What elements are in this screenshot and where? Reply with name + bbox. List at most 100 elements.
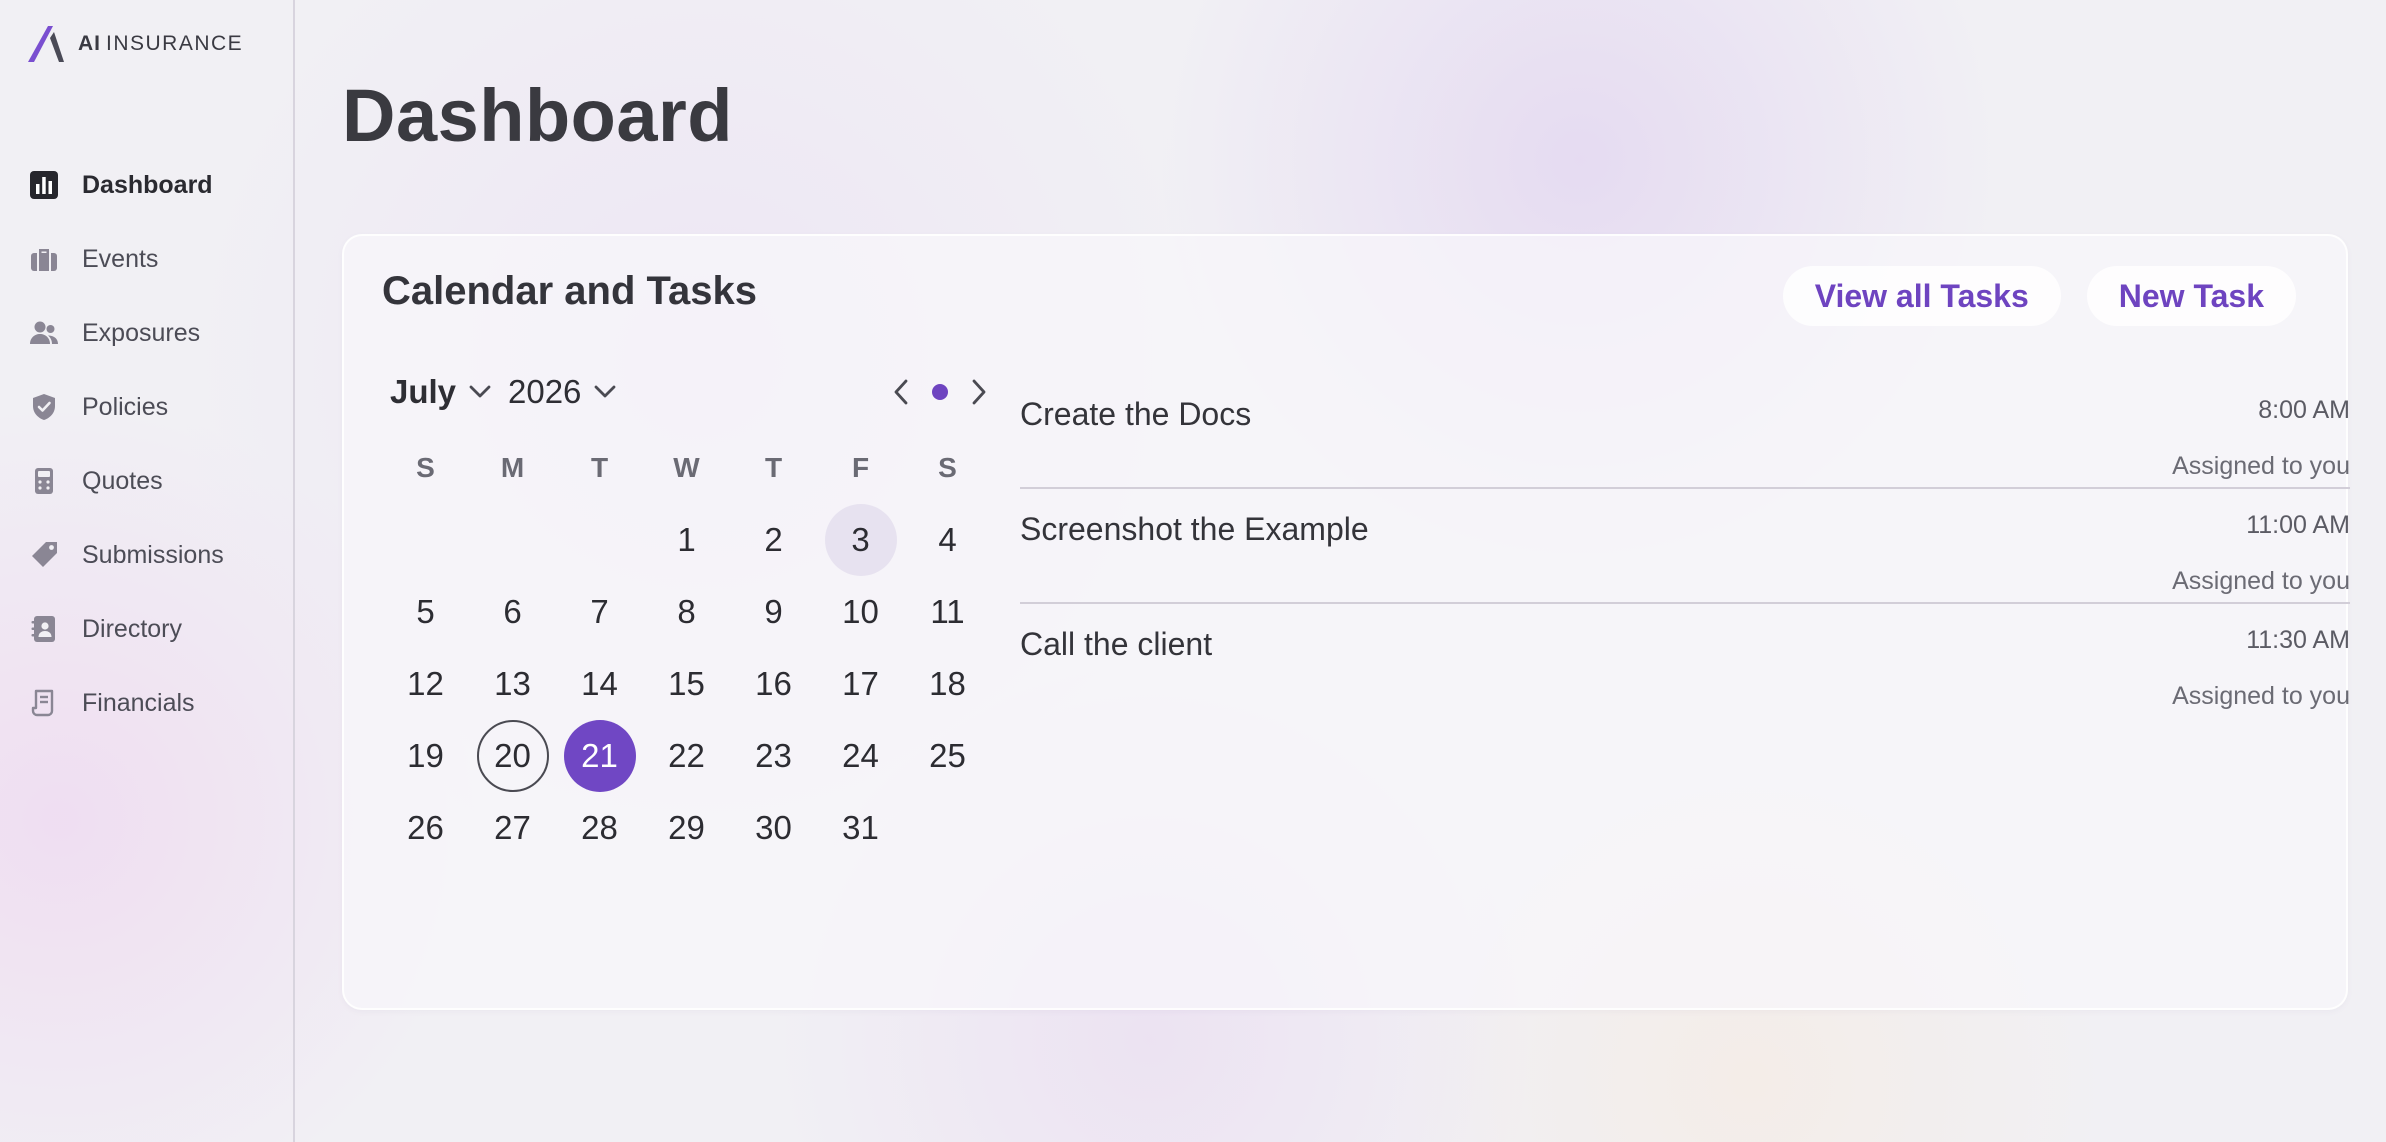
card-actions: View all Tasks New Task: [1782, 266, 2296, 326]
sidebar: AI INSURANCE Dashboard Events Exposures …: [0, 0, 295, 1142]
task-time: 11:00 AM: [2246, 511, 2350, 539]
tag-icon: [28, 539, 60, 571]
calendar-empty-cell: [564, 504, 636, 576]
card-title: Calendar and Tasks: [382, 269, 757, 313]
sidebar-item-label: Dashboard: [82, 170, 213, 199]
sidebar-item-label: Financials: [82, 688, 195, 717]
task-title: Call the client: [1020, 626, 1213, 662]
sidebar-item-directory[interactable]: Directory: [28, 592, 278, 666]
sidebar-item-exposures[interactable]: Exposures: [28, 296, 278, 370]
weekday-header: S: [416, 452, 435, 483]
calendar: July 2026 S M T W T F S 1 2 3 4 5 6 7 8 …: [382, 366, 992, 864]
sidebar-item-policies[interactable]: Policies: [28, 370, 278, 444]
app-root: AI INSURANCE Dashboard Events Exposures …: [0, 0, 2386, 1142]
weekday-header: F: [851, 452, 870, 483]
task-title: Screenshot the Example: [1020, 511, 1369, 547]
task-title: Create the Docs: [1020, 396, 1252, 432]
sidebar-item-submissions[interactable]: Submissions: [28, 518, 278, 592]
sidebar-item-events[interactable]: Events: [28, 222, 278, 296]
calendar-day[interactable]: 28: [564, 792, 636, 864]
contact-book-icon: [28, 613, 60, 645]
calendar-day[interactable]: 1: [651, 504, 723, 576]
calendar-day[interactable]: 24: [825, 720, 897, 792]
calendar-day[interactable]: 8: [651, 576, 723, 648]
brand-name-rest: INSURANCE: [106, 32, 244, 55]
calendar-day[interactable]: 6: [477, 576, 549, 648]
calendar-day[interactable]: 13: [477, 648, 549, 720]
task-list: Create the Docs 8:00 AM Assigned to you Scr…: [1020, 374, 2350, 719]
calendar-day[interactable]: 22: [651, 720, 723, 792]
month-label: July: [390, 373, 457, 410]
brand-name: AI INSURANCE: [78, 32, 243, 56]
sidebar-item-dashboard[interactable]: Dashboard: [28, 148, 278, 222]
calendar-day[interactable]: 25: [912, 720, 984, 792]
bar-chart-icon: [28, 169, 60, 201]
today-dot-button[interactable]: [932, 384, 948, 400]
sidebar-item-label: Exposures: [82, 318, 201, 347]
calendar-day[interactable]: 18: [912, 648, 984, 720]
calendar-day[interactable]: 11: [912, 576, 984, 648]
calendar-day[interactable]: 26: [390, 792, 462, 864]
task-time: 8:00 AM: [2258, 396, 2350, 424]
calendar-day[interactable]: 23: [738, 720, 810, 792]
calendar-day[interactable]: 16: [738, 648, 810, 720]
calculator-icon: [28, 465, 60, 497]
calendar-day[interactable]: 27: [477, 792, 549, 864]
chevron-left-icon: [894, 379, 908, 405]
receipt-icon: [28, 687, 60, 719]
task-time: 11:30 AM: [2246, 626, 2350, 654]
task-assignee: Assigned to you: [2172, 567, 2350, 595]
calendar-day[interactable]: 10: [825, 576, 897, 648]
view-all-tasks-button[interactable]: View all Tasks: [1782, 266, 2061, 326]
sidebar-item-label: Quotes: [82, 466, 163, 495]
year-label: 2026: [508, 373, 582, 410]
task-item[interactable]: Call the client 11:30 AM Assigned to you: [1020, 604, 2350, 719]
sidebar-item-label: Directory: [82, 614, 183, 643]
sidebar-item-financials[interactable]: Financials: [28, 666, 278, 740]
task-assignee: Assigned to you: [2172, 682, 2350, 710]
calendar-day[interactable]: 12: [390, 648, 462, 720]
shield-check-icon: [28, 391, 60, 423]
brand-logo-icon: [28, 26, 64, 62]
calendar-day[interactable]: 17: [825, 648, 897, 720]
weekday-header: M: [500, 452, 525, 483]
prev-month-button[interactable]: [888, 376, 916, 408]
chevron-down-icon: [469, 385, 491, 398]
calendar-header: July 2026: [382, 366, 992, 424]
sidebar-item-label: Events: [82, 244, 159, 273]
calendar-day[interactable]: 5: [390, 576, 462, 648]
calendar-day-selected[interactable]: 21: [563, 720, 636, 792]
calendar-day[interactable]: 15: [651, 648, 723, 720]
calendar-empty-cell: [477, 504, 549, 576]
calendar-day[interactable]: 9: [738, 576, 810, 648]
weekday-header: W: [673, 452, 700, 483]
calendar-day-highlighted[interactable]: 3: [824, 504, 897, 576]
calendar-day[interactable]: 30: [738, 792, 810, 864]
new-task-button[interactable]: New Task: [2086, 266, 2296, 326]
sidebar-nav: Dashboard Events Exposures Policies Quot…: [28, 148, 278, 740]
weekday-header: S: [938, 452, 957, 483]
task-assignee: Assigned to you: [2172, 452, 2350, 480]
sidebar-item-quotes[interactable]: Quotes: [28, 444, 278, 518]
calendar-day-today[interactable]: 20: [476, 720, 549, 792]
year-select[interactable]: 2026: [508, 372, 619, 412]
brand-name-strong: AI: [78, 32, 101, 55]
calendar-grid: S M T W T F S 1 2 3 4 5 6 7 8 9 10 11 12 13 14 15 16 17 18 19 20 21…: [382, 432, 992, 864]
weekday-header: T: [590, 452, 609, 483]
brand[interactable]: AI INSURANCE: [26, 24, 243, 64]
weekday-header: T: [764, 452, 783, 483]
calendar-day[interactable]: 19: [390, 720, 462, 792]
task-item[interactable]: Screenshot the Example 11:00 AM Assigned t…: [1020, 489, 2350, 604]
sidebar-item-label: Policies: [82, 392, 169, 421]
task-item[interactable]: Create the Docs 8:00 AM Assigned to you: [1020, 374, 2350, 489]
calendar-day[interactable]: 2: [738, 504, 810, 576]
calendar-day[interactable]: 7: [564, 576, 636, 648]
month-select[interactable]: July: [390, 372, 494, 412]
calendar-day[interactable]: 4: [912, 504, 984, 576]
calendar-day[interactable]: 14: [564, 648, 636, 720]
calendar-empty-cell: [390, 504, 462, 576]
calendar-nav: [888, 376, 992, 408]
calendar-day[interactable]: 31: [825, 792, 897, 864]
next-month-button[interactable]: [964, 376, 992, 408]
calendar-day[interactable]: 29: [651, 792, 723, 864]
